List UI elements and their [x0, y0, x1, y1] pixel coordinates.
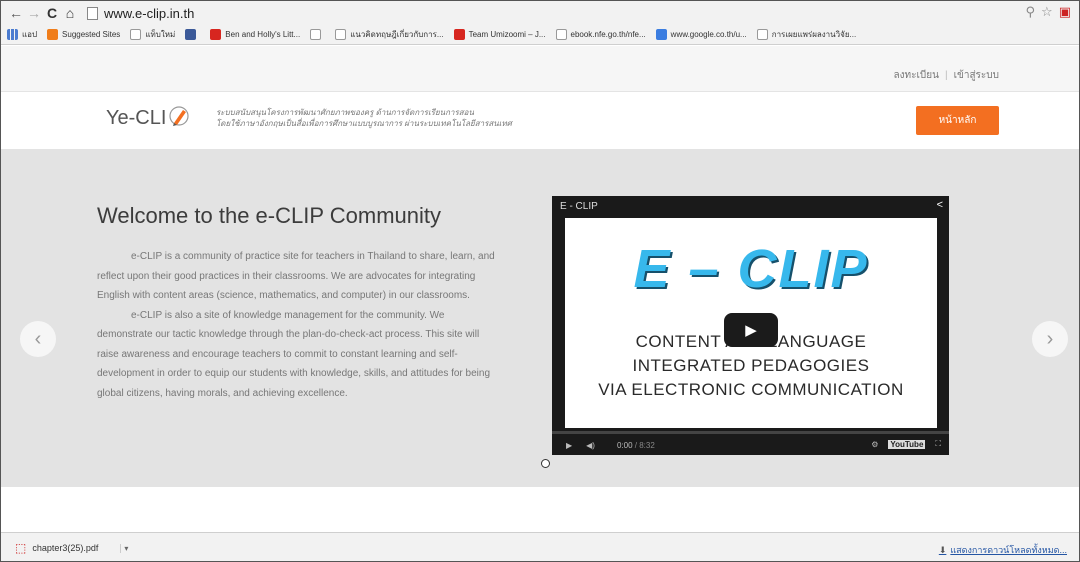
thumbnail-line-2: INTEGRATED PEDAGOGIES [632, 356, 870, 375]
site-top-bar: ลงทะเบียน | เข้าสู่ระบบ [1, 46, 1079, 92]
reload-icon[interactable]: C [43, 5, 61, 21]
video-title: E - CLIP [560, 201, 598, 212]
download-arrow-icon: ⬇ [938, 545, 947, 555]
bookmark-item[interactable]: www.google.co.th/u... [655, 29, 747, 40]
pdf-file-icon: ⬚ [15, 541, 27, 555]
page-icon [130, 29, 142, 40]
thumbnail-line-3: VIA ELECTRONIC COMMUNICATION [598, 380, 904, 399]
back-icon[interactable]: ← [7, 5, 25, 21]
youtube-icon [453, 29, 465, 40]
share-icon[interactable]: < [937, 199, 943, 211]
video-progress-bar[interactable] [552, 431, 949, 434]
page-icon [555, 29, 567, 40]
facebook-icon [185, 29, 197, 40]
bookmark-item[interactable]: แนวคิดทฤษฎีเกี่ยวกับการ... [335, 28, 444, 41]
bookmarks-bar: แอป Suggested Sites แท็บใหม่ Ben and Holly'… [1, 25, 1079, 45]
video-player[interactable]: E - CLIP < E – CLIP CONTENT AND LANGUAGE… [552, 196, 949, 455]
login-link[interactable]: เข้าสู่ระบบ [954, 70, 999, 81]
time-current: 0:00 [616, 441, 633, 450]
bookmark-item[interactable]: Team Umizoomi – J... [453, 29, 546, 40]
bookmark-item[interactable] [310, 29, 325, 40]
logo-text: Ye-CLI [106, 107, 167, 129]
youtube-logo[interactable]: YouTube [888, 439, 926, 449]
play-icon: ▶ [745, 322, 757, 339]
download-shelf: ⬚ chapter3(25).pdf ▾ ⬇ แสดงการดาวน์โหลดทั… [1, 532, 1079, 561]
site-tagline: ระบบสนับสนุนโครงการพัฒนาศักยภาพของครู ด้… [216, 107, 512, 129]
slider-next-button[interactable]: › [1032, 321, 1068, 357]
video-controls-right: ⚙ YouTube ⛶ [871, 439, 941, 449]
download-menu-icon[interactable]: ▾ [120, 543, 128, 553]
url-field[interactable]: www.e-clip.in.th [104, 6, 194, 21]
translate-icon[interactable]: ⚲ [1026, 4, 1036, 20]
bookmark-item[interactable]: แท็บใหม่ [130, 28, 175, 41]
site-header: Ye-CLI ระบบสนับสนุนโครงการพัฒนาศักยภาพขอ… [1, 93, 1079, 149]
show-all-downloads-label: แสดงการดาวน์โหลดทั้งหมด... [950, 545, 1067, 555]
show-all-downloads-link[interactable]: ⬇ แสดงการดาวน์โหลดทั้งหมด... [939, 543, 1067, 557]
chevron-left-icon: ‹ [34, 327, 42, 350]
slider-indicator-dot[interactable] [541, 459, 550, 468]
chevron-right-icon: › [1046, 327, 1054, 350]
site-logo[interactable]: Ye-CLI [106, 105, 190, 132]
settings-icon[interactable]: ⚙ [871, 440, 878, 449]
thumbnail-title: E – CLIP [633, 239, 869, 299]
video-thumbnail[interactable]: E – CLIP CONTENT AND LANGUAGE INTEGRATED… [565, 218, 937, 428]
bookmark-label: Ben and Holly's Litt... [225, 30, 301, 39]
youtube-icon [210, 29, 222, 40]
bookmark-item[interactable]: การเผยแพร่ผลงานวิจัย... [756, 28, 857, 41]
time-total: 8:32 [639, 441, 655, 450]
video-time: 0:00 / 8:32 [617, 441, 655, 450]
bookmark-label: Suggested Sites [62, 30, 121, 39]
pencil-logo-icon [168, 105, 190, 132]
download-filename: chapter3(25).pdf [32, 543, 99, 553]
bookmark-item[interactable]: ebook.nfe.go.th/nfe... [555, 29, 646, 40]
page-icon [310, 29, 322, 40]
bookmark-label: Team Umizoomi – J... [468, 30, 546, 39]
intro-text: e-CLIP is a community of practice site f… [97, 247, 497, 403]
fullscreen-icon[interactable]: ⛶ [935, 439, 941, 449]
play-button[interactable]: ▶ [724, 313, 778, 347]
pdf-extension-icon[interactable]: ▣ [1059, 4, 1071, 20]
forward-icon[interactable]: → [25, 5, 43, 21]
bookmark-label: แนวคิดทฤษฎีเกี่ยวกับการ... [350, 30, 444, 39]
home-button[interactable]: หน้าหลัก [916, 106, 999, 135]
google-icon [655, 29, 667, 40]
home-icon[interactable]: ⌂ [61, 5, 79, 21]
link-divider: | [944, 70, 948, 81]
page-icon [756, 29, 768, 40]
slider-prev-button[interactable]: ‹ [20, 321, 56, 357]
suggested-sites-icon [47, 29, 59, 40]
bookmark-item[interactable] [185, 29, 200, 40]
bookmark-item[interactable]: Suggested Sites [47, 29, 120, 40]
download-item[interactable]: ⬚ chapter3(25).pdf ▾ [15, 541, 128, 555]
apps-grid-icon [7, 29, 18, 40]
volume-icon[interactable]: ◀) [586, 441, 595, 450]
page-title: Welcome to the e-CLIP Community [97, 203, 441, 228]
register-link[interactable]: ลงทะเบียน [894, 70, 939, 81]
bookmark-item[interactable]: แอป [7, 28, 37, 41]
account-links: ลงทะเบียน | เข้าสู่ระบบ [894, 68, 999, 83]
bookmark-item[interactable]: Ben and Holly's Litt... [210, 29, 300, 40]
page-icon [87, 6, 98, 20]
bookmark-label: การเผยแพร่ผลงานวิจัย... [771, 30, 857, 39]
video-controls: ▶ ◀) 0:00 / 8:32 ⚙ YouTube ⛶ [552, 436, 949, 455]
page-icon [335, 29, 347, 40]
intro-paragraph-2: e-CLIP is also a site of knowledge manag… [97, 309, 491, 399]
address-bar-row: ← → C ⌂ www.e-clip.in.th ⚲ ☆ ▣ [1, 1, 1079, 25]
address-bar-actions: ⚲ ☆ ▣ [1026, 4, 1071, 20]
bookmark-star-icon[interactable]: ☆ [1041, 4, 1053, 20]
intro-paragraph-1: e-CLIP is a community of practice site f… [97, 251, 495, 301]
bookmark-label: ebook.nfe.go.th/nfe... [570, 30, 646, 39]
tagline-line-1: ระบบสนับสนุนโครงการพัฒนาศักยภาพของครู ด้… [216, 108, 474, 117]
tagline-line-2: โดยใช้ภาษาอังกฤษเป็นสื่อเพื่อการศึกษาแบบ… [216, 119, 512, 128]
bookmark-label: www.google.co.th/u... [670, 30, 747, 39]
play-control-icon[interactable]: ▶ [566, 441, 572, 450]
browser-window: ← → C ⌂ www.e-clip.in.th ⚲ ☆ ▣ แอป Sugges… [0, 0, 1080, 562]
bookmark-label: แท็บใหม่ [145, 30, 176, 39]
hero-slider: Welcome to the e-CLIP Community e-CLIP i… [1, 149, 1079, 487]
bookmark-label: แอป [22, 30, 38, 39]
